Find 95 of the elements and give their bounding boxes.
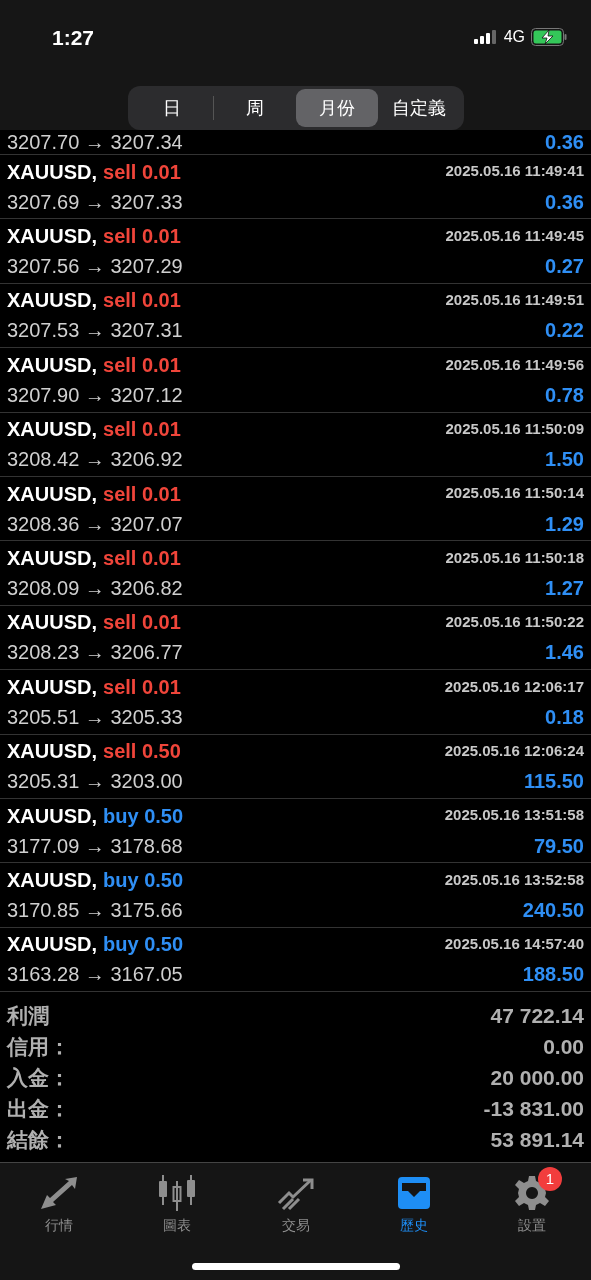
price-text: 3207.53 → 3207.31	[7, 318, 183, 344]
profit-text: 79.50	[533, 833, 584, 859]
profit-text: 0.78	[545, 382, 584, 408]
order-text: sell 0.01	[103, 481, 181, 507]
symbol-text: XAUUSD,	[7, 224, 97, 250]
summary-value: 47 722.14	[490, 1002, 584, 1029]
profit-text: 240.50	[522, 898, 584, 923]
price-text: 3207.56 → 3207.29	[7, 254, 183, 280]
price-text: 3205.51 → 3205.33	[7, 704, 183, 730]
network-label: 4G	[503, 27, 525, 47]
profit-text: 188.50	[522, 962, 584, 988]
segment-tab[interactable]: 月份	[296, 89, 378, 127]
symbol-text: XAUUSD,	[7, 481, 97, 507]
time-text: 2025.05.16 11:50:14	[445, 483, 584, 504]
time-text: 2025.05.16 11:49:45	[445, 225, 584, 246]
order-text: buy 0.50	[103, 932, 184, 958]
summary-value: -13 831.00	[483, 1095, 584, 1122]
order-text: sell 0.01	[103, 159, 181, 185]
symbol-text: XAUUSD,	[7, 674, 97, 700]
price-text: 3207.90 → 3207.12	[7, 382, 183, 408]
status-time: 1:27	[52, 25, 95, 51]
candlestick-icon	[158, 1175, 197, 1212]
price-text: 3163.28 → 3167.05	[7, 962, 183, 988]
profit-text: 1.46	[545, 640, 584, 666]
symbol-text: XAUUSD,	[7, 159, 97, 185]
time-text: 2025.05.16 12:06:24	[444, 740, 584, 761]
profit-text: 0.18	[545, 704, 584, 730]
battery-charging-icon	[531, 28, 567, 46]
summary-label: 出金：	[7, 1095, 70, 1122]
price-text: 3207.70 → 3207.34	[7, 132, 183, 152]
summary-label: 利潤	[7, 1002, 49, 1029]
price-text: 3208.23 → 3206.77	[7, 640, 183, 666]
profit-text: 1.50	[545, 447, 584, 473]
signal-icon	[473, 30, 498, 44]
time-text: 2025.05.16 11:50:22	[445, 612, 584, 633]
profit-text: 1.27	[545, 576, 584, 602]
order-text: sell 0.01	[103, 610, 181, 636]
symbol-text: XAUUSD,	[7, 417, 97, 443]
symbol-text: XAUUSD,	[7, 932, 97, 958]
summary-value: 53 891.14	[490, 1126, 584, 1153]
profit-text: 115.50	[523, 769, 584, 795]
profit-text: 0.36	[545, 132, 584, 152]
trend-arrow-icon	[276, 1177, 315, 1212]
segment-tab[interactable]: 周	[214, 89, 296, 127]
summary-label: 入金：	[7, 1064, 70, 1091]
symbol-text: XAUUSD,	[7, 546, 97, 572]
price-text: 3208.36 → 3207.07	[7, 511, 183, 537]
price-text: 3207.69 → 3207.33	[7, 189, 183, 215]
price-text: 3170.85 → 3175.66	[7, 898, 183, 923]
order-text: sell 0.01	[103, 674, 181, 700]
order-text: sell 0.01	[103, 224, 181, 250]
time-text: 2025.05.16 11:49:56	[445, 354, 584, 375]
symbol-text: XAUUSD,	[7, 803, 97, 829]
symbol-text: XAUUSD,	[7, 610, 97, 636]
summary-value: 20 000.00	[490, 1064, 584, 1091]
time-text: 2025.05.16 11:49:51	[445, 290, 584, 311]
time-text: 2025.05.16 11:49:41	[445, 161, 584, 182]
price-text: 3208.09 → 3206.82	[7, 576, 183, 602]
summary-value: 0.00	[543, 1033, 584, 1060]
order-text: buy 0.50	[103, 803, 184, 829]
segment-tab[interactable]: 自定義	[377, 89, 460, 127]
time-text: 2025.05.16 13:52:58	[444, 869, 584, 890]
summary-label: 信用：	[7, 1033, 70, 1060]
tab-bar-item[interactable]: 行情	[0, 1165, 119, 1237]
time-text: 2025.05.16 12:06:17	[444, 676, 584, 697]
profit-text: 1.29	[545, 511, 584, 537]
time-text: 2025.05.16 14:57:40	[444, 934, 584, 955]
order-text: sell 0.50	[103, 739, 181, 765]
price-text: 3205.31 → 3203.00	[7, 769, 183, 795]
order-text: sell 0.01	[103, 288, 181, 314]
tab-bar-item[interactable]: 交易	[236, 1165, 355, 1237]
tab-bar-item[interactable]: 歷史	[354, 1165, 473, 1237]
price-text: 3208.42 → 3206.92	[7, 447, 183, 473]
order-text: buy 0.50	[103, 868, 184, 893]
symbol-text: XAUUSD,	[7, 288, 97, 314]
symbol-text: XAUUSD,	[7, 352, 97, 378]
symbol-text: XAUUSD,	[7, 868, 97, 893]
segment-tab[interactable]: 日	[131, 89, 214, 127]
order-text: sell 0.01	[103, 546, 181, 572]
symbol-text: XAUUSD,	[7, 739, 97, 765]
summary-label: 結餘：	[7, 1126, 70, 1153]
time-text: 2025.05.16 11:50:18	[445, 547, 584, 568]
tab-bar-item[interactable]: 1 設置	[472, 1165, 591, 1237]
profit-text: 0.22	[545, 318, 584, 344]
time-text: 2025.05.16 11:50:09	[445, 419, 584, 439]
notification-badge: 1	[537, 1167, 562, 1192]
order-text: sell 0.01	[103, 417, 181, 443]
profit-text: 0.36	[545, 189, 584, 215]
profit-text: 0.27	[545, 254, 584, 280]
order-text: sell 0.01	[103, 352, 181, 378]
tab-bar-item[interactable]: 圖表	[118, 1165, 237, 1237]
time-text: 2025.05.16 13:51:58	[444, 805, 584, 826]
price-text: 3177.09 → 3178.68	[7, 833, 183, 859]
inbox-tray-icon	[395, 1175, 432, 1212]
double-arrow-icon	[39, 1177, 80, 1212]
